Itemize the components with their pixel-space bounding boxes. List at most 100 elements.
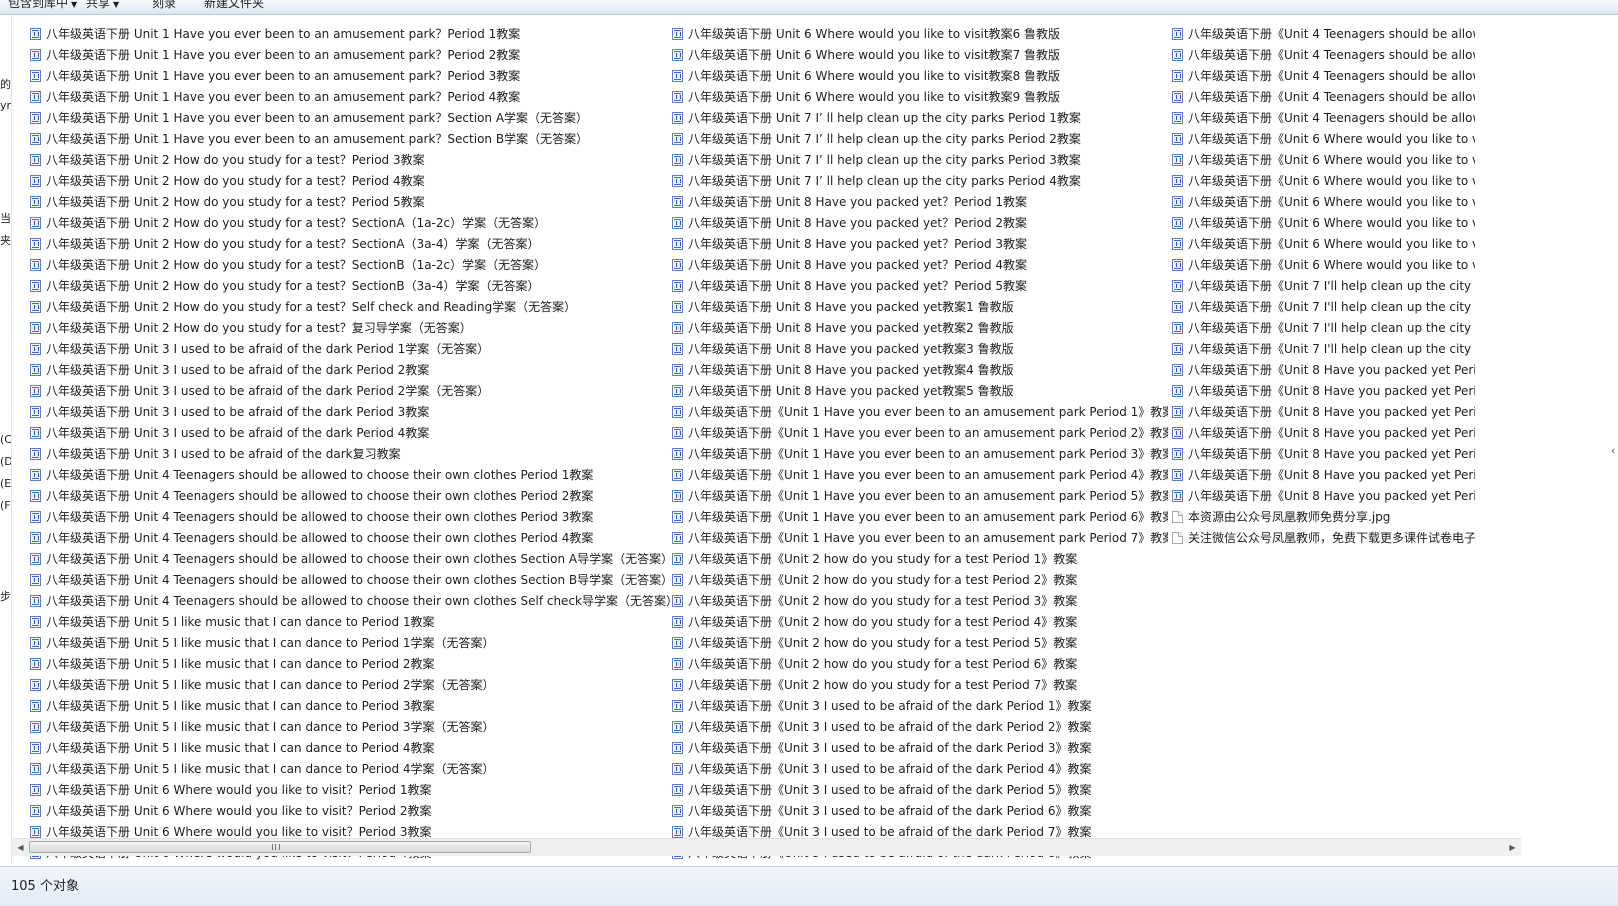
- file-item[interactable]: 八年级英语下册 Unit 5 I like music that I can d…: [30, 759, 670, 780]
- file-item[interactable]: 八年级英语下册 Unit 5 I like music that I can d…: [30, 696, 670, 717]
- file-item[interactable]: 八年级英语下册《Unit 1 Have you ever been to an …: [672, 444, 1168, 465]
- file-item[interactable]: 八年级英语下册 Unit 1 Have you ever been to an …: [30, 108, 670, 129]
- file-item[interactable]: 八年级英语下册 Unit 2 How do you study for a te…: [30, 213, 670, 234]
- file-item[interactable]: 八年级英语下册 Unit 6 Where would you like to v…: [672, 45, 1168, 66]
- nav-item[interactable]: 夹: [0, 232, 11, 248]
- file-item[interactable]: 八年级英语下册 Unit 3 I used to be afraid of th…: [30, 402, 670, 423]
- file-item[interactable]: 八年级英语下册 Unit 8 Have you packed yet？Perio…: [672, 276, 1168, 297]
- file-item[interactable]: 八年级英语下册《Unit 1 Have you ever been to an …: [672, 402, 1168, 423]
- file-item[interactable]: 八年级英语下册 Unit 4 Teenagers should be allow…: [30, 549, 670, 570]
- file-item[interactable]: 八年级英语下册 Unit 8 Have you packed yet？Perio…: [672, 192, 1168, 213]
- file-item[interactable]: 八年级英语下册 Unit 7 I’ ll help clean up the c…: [672, 129, 1168, 150]
- file-item[interactable]: 八年级英语下册《Unit 1 Have you ever been to an …: [672, 423, 1168, 444]
- file-item[interactable]: 八年级英语下册 Unit 5 I like music that I can d…: [30, 612, 670, 633]
- file-item[interactable]: 八年级英语下册 Unit 1 Have you ever been to an …: [30, 24, 670, 45]
- file-item[interactable]: 八年级英语下册 Unit 2 How do you study for a te…: [30, 171, 670, 192]
- file-item[interactable]: 八年级英语下册《Unit 4 Teenagers should be allow: [1172, 66, 1475, 87]
- file-item[interactable]: 八年级英语下册《Unit 3 I used to be afraid of th…: [672, 738, 1168, 759]
- share-button[interactable]: 共享 ▼: [86, 0, 119, 11]
- file-item[interactable]: 八年级英语下册 Unit 8 Have you packed yet？Perio…: [672, 213, 1168, 234]
- file-item[interactable]: 八年级英语下册 Unit 1 Have you ever been to an …: [30, 66, 670, 87]
- file-item[interactable]: 八年级英语下册《Unit 2 how do you study for a te…: [672, 675, 1168, 696]
- file-item[interactable]: 八年级英语下册 Unit 1 Have you ever been to an …: [30, 129, 670, 150]
- file-item[interactable]: 八年级英语下册《Unit 3 I used to be afraid of th…: [672, 717, 1168, 738]
- file-item[interactable]: 八年级英语下册 Unit 7 I’ ll help clean up the c…: [672, 171, 1168, 192]
- file-item[interactable]: 八年级英语下册《Unit 3 I used to be afraid of th…: [672, 759, 1168, 780]
- file-item[interactable]: 八年级英语下册 Unit 8 Have you packed yet？Perio…: [672, 234, 1168, 255]
- file-item[interactable]: 八年级英语下册 Unit 4 Teenagers should be allow…: [30, 570, 670, 591]
- scroll-left-icon[interactable]: ◀: [12, 839, 29, 856]
- file-item[interactable]: 八年级英语下册 Unit 4 Teenagers should be allow…: [30, 528, 670, 549]
- file-item[interactable]: 八年级英语下册 Unit 2 How do you study for a te…: [30, 297, 670, 318]
- file-item[interactable]: 八年级英语下册《Unit 6 Where would you like to v…: [1172, 213, 1475, 234]
- drive-item[interactable]: (D: [0, 455, 11, 468]
- file-item[interactable]: 八年级英语下册《Unit 6 Where would you like to v…: [1172, 192, 1475, 213]
- file-item[interactable]: 八年级英语下册 Unit 2 How do you study for a te…: [30, 276, 670, 297]
- file-item[interactable]: 八年级英语下册《Unit 8 Have you packed yet Perio: [1172, 402, 1475, 423]
- file-item[interactable]: 八年级英语下册 Unit 2 How do you study for a te…: [30, 255, 670, 276]
- file-item[interactable]: 八年级英语下册《Unit 1 Have you ever been to an …: [672, 507, 1168, 528]
- file-item[interactable]: 八年级英语下册《Unit 2 how do you study for a te…: [672, 591, 1168, 612]
- file-item[interactable]: 八年级英语下册 Unit 2 How do you study for a te…: [30, 318, 670, 339]
- file-item[interactable]: 八年级英语下册 Unit 3 I used to be afraid of th…: [30, 360, 670, 381]
- nav-item[interactable]: 当: [0, 210, 11, 226]
- file-item[interactable]: 八年级英语下册 Unit 5 I like music that I can d…: [30, 633, 670, 654]
- file-item[interactable]: 八年级英语下册《Unit 2 how do you study for a te…: [672, 549, 1168, 570]
- file-item[interactable]: 八年级英语下册《Unit 1 Have you ever been to an …: [672, 486, 1168, 507]
- file-item[interactable]: 八年级英语下册《Unit 6 Where would you like to v…: [1172, 171, 1475, 192]
- file-item[interactable]: 八年级英语下册《Unit 6 Where would you like to v…: [1172, 234, 1475, 255]
- file-item[interactable]: 八年级英语下册 Unit 8 Have you packed yet？Perio…: [672, 255, 1168, 276]
- drive-item[interactable]: (C: [0, 433, 11, 446]
- file-item[interactable]: 八年级英语下册 Unit 8 Have you packed yet教案4 鲁教…: [672, 360, 1168, 381]
- file-item[interactable]: 八年级英语下册 Unit 6 Where would you like to v…: [672, 87, 1168, 108]
- file-item[interactable]: 八年级英语下册《Unit 8 Have you packed yet Perio: [1172, 381, 1475, 402]
- file-item[interactable]: 八年级英语下册《Unit 8 Have you packed yet Perio: [1172, 444, 1475, 465]
- file-item[interactable]: 八年级英语下册《Unit 7 I'll help clean up the ci…: [1172, 276, 1475, 297]
- burn-button[interactable]: 刻录: [152, 0, 176, 11]
- file-item[interactable]: 八年级英语下册《Unit 8 Have you packed yet Perio: [1172, 486, 1475, 507]
- file-list[interactable]: 八年级英语下册 Unit 1 Have you ever been to an …: [12, 15, 1521, 867]
- file-item[interactable]: 八年级英语下册《Unit 7 I'll help clean up the ci…: [1172, 339, 1475, 360]
- file-item[interactable]: 八年级英语下册《Unit 7 I'll help clean up the ci…: [1172, 297, 1475, 318]
- file-item[interactable]: 八年级英语下册 Unit 3 I used to be afraid of th…: [30, 444, 670, 465]
- file-item[interactable]: 八年级英语下册 Unit 7 I’ ll help clean up the c…: [672, 108, 1168, 129]
- scrollbar-thumb[interactable]: [29, 841, 531, 853]
- file-item[interactable]: 八年级英语下册 Unit 6 Where would you like to v…: [672, 24, 1168, 45]
- file-item[interactable]: 八年级英语下册《Unit 4 Teenagers should be allow: [1172, 24, 1475, 45]
- file-item[interactable]: 八年级英语下册 Unit 5 I like music that I can d…: [30, 717, 670, 738]
- include-in-library-button[interactable]: 包含到库中 ▼: [8, 0, 77, 11]
- file-item[interactable]: 八年级英语下册 Unit 8 Have you packed yet教案2 鲁教…: [672, 318, 1168, 339]
- file-item[interactable]: 八年级英语下册 Unit 4 Teenagers should be allow…: [30, 507, 670, 528]
- file-item[interactable]: 八年级英语下册《Unit 4 Teenagers should be allow: [1172, 108, 1475, 129]
- resize-handle[interactable]: ‹: [1611, 444, 1615, 457]
- file-item[interactable]: 八年级英语下册《Unit 2 how do you study for a te…: [672, 612, 1168, 633]
- file-item[interactable]: 八年级英语下册 Unit 1 Have you ever been to an …: [30, 45, 670, 66]
- file-item[interactable]: 八年级英语下册《Unit 4 Teenagers should be allow: [1172, 87, 1475, 108]
- file-item[interactable]: 八年级英语下册 Unit 4 Teenagers should be allow…: [30, 591, 670, 612]
- file-item[interactable]: 八年级英语下册《Unit 3 I used to be afraid of th…: [672, 780, 1168, 801]
- horizontal-scrollbar[interactable]: ◀ ▶: [12, 838, 1521, 856]
- file-item[interactable]: 关注微信公众号凤凰教师，免费下载更多课件试卷电子: [1172, 528, 1475, 549]
- file-item[interactable]: 八年级英语下册 Unit 8 Have you packed yet教案1 鲁教…: [672, 297, 1168, 318]
- nav-item[interactable]: 的: [0, 76, 11, 92]
- file-item[interactable]: 本资源由公众号凤凰教师免费分享.jpg: [1172, 507, 1475, 528]
- file-item[interactable]: 八年级英语下册《Unit 3 I used to be afraid of th…: [672, 696, 1168, 717]
- nav-item[interactable]: 步: [0, 588, 11, 604]
- file-item[interactable]: 八年级英语下册 Unit 7 I’ ll help clean up the c…: [672, 150, 1168, 171]
- file-item[interactable]: 八年级英语下册《Unit 6 Where would you like to v…: [1172, 129, 1475, 150]
- file-item[interactable]: 八年级英语下册 Unit 6 Where would you like to v…: [30, 780, 670, 801]
- file-item[interactable]: 八年级英语下册《Unit 1 Have you ever been to an …: [672, 465, 1168, 486]
- file-item[interactable]: 八年级英语下册《Unit 7 I'll help clean up the ci…: [1172, 318, 1475, 339]
- file-item[interactable]: 八年级英语下册 Unit 5 I like music that I can d…: [30, 654, 670, 675]
- file-item[interactable]: 八年级英语下册 Unit 3 I used to be afraid of th…: [30, 381, 670, 402]
- file-item[interactable]: 八年级英语下册 Unit 6 Where would you like to v…: [672, 66, 1168, 87]
- scroll-right-icon[interactable]: ▶: [1504, 839, 1521, 856]
- nav-item[interactable]: yn: [0, 99, 11, 112]
- file-item[interactable]: 八年级英语下册 Unit 4 Teenagers should be allow…: [30, 465, 670, 486]
- file-item[interactable]: 八年级英语下册《Unit 6 Where would you like to v…: [1172, 150, 1475, 171]
- file-item[interactable]: 八年级英语下册 Unit 8 Have you packed yet教案5 鲁教…: [672, 381, 1168, 402]
- file-item[interactable]: 八年级英语下册《Unit 8 Have you packed yet Perio: [1172, 465, 1475, 486]
- drive-item[interactable]: (E: [0, 477, 11, 490]
- file-item[interactable]: 八年级英语下册 Unit 6 Where would you like to v…: [30, 801, 670, 822]
- navigation-pane[interactable]: 的 yn 当 夹 (C (D (E (F 步: [0, 15, 12, 864]
